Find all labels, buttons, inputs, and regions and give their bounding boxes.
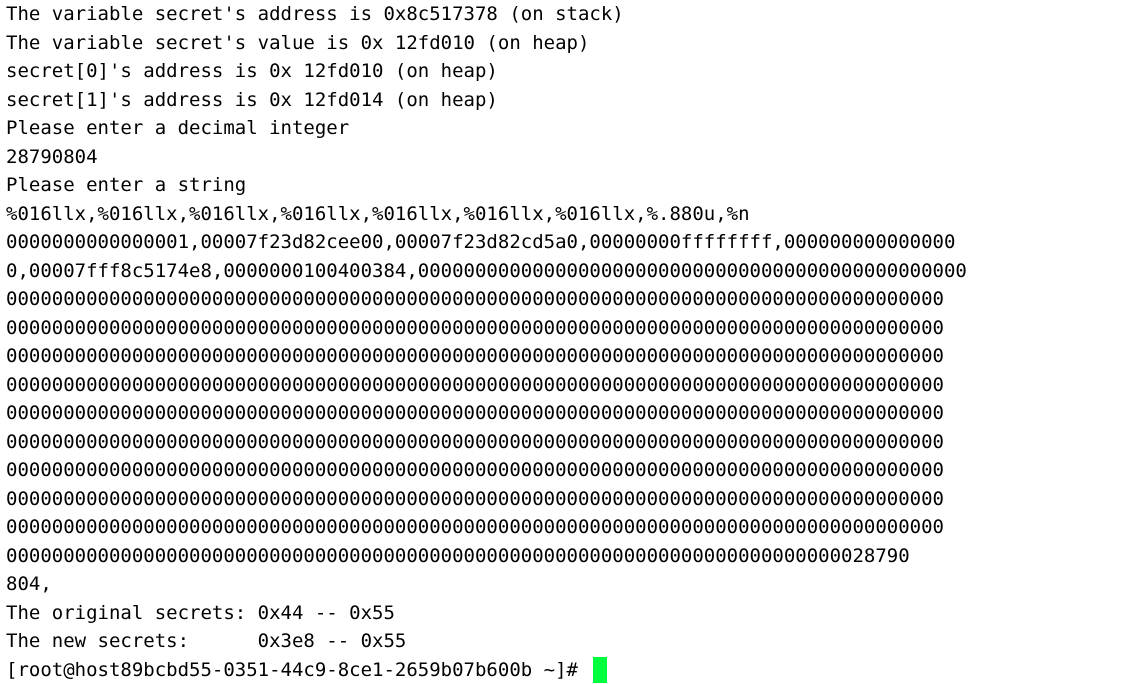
shell-prompt-line[interactable]: [root@host89bcbd55-0351-44c9-8ce1-2659b0… (6, 656, 1137, 684)
output-line: 0,00007fff8c5174e8,0000000100400384,0000… (6, 257, 1137, 286)
output-line: 0000000000000000000000000000000000000000… (6, 371, 1137, 400)
output-line: 0000000000000000000000000000000000000000… (6, 456, 1137, 485)
terminal-window[interactable]: The variable secret's address is 0x8c517… (0, 0, 1137, 683)
output-line: 0000000000000000000000000000000000000000… (6, 428, 1137, 457)
output-line: 0000000000000000000000000000000000000000… (6, 285, 1137, 314)
output-line: 804, (6, 570, 1137, 599)
output-line: 0000000000000000000000000000000000000000… (6, 314, 1137, 343)
output-line: The original secrets: 0x44 -- 0x55 (6, 599, 1137, 628)
output-line: The variable secret's value is 0x 12fd01… (6, 29, 1137, 58)
output-line: 0000000000000000000000000000000000000000… (6, 399, 1137, 428)
shell-prompt: [root@host89bcbd55-0351-44c9-8ce1-2659b0… (6, 656, 589, 684)
output-line: secret[0]'s address is 0x 12fd010 (on he… (6, 57, 1137, 86)
output-line: The new secrets: 0x3e8 -- 0x55 (6, 627, 1137, 656)
output-line: 0000000000000000000000000000000000000000… (6, 342, 1137, 371)
output-line: %016llx,%016llx,%016llx,%016llx,%016llx,… (6, 200, 1137, 229)
output-line: 0000000000000000000000000000000000000000… (6, 542, 1137, 571)
text-cursor (593, 657, 607, 683)
output-line: 28790804 (6, 143, 1137, 172)
output-line: 0000000000000000000000000000000000000000… (6, 485, 1137, 514)
output-line: 0000000000000000000000000000000000000000… (6, 513, 1137, 542)
output-line: The variable secret's address is 0x8c517… (6, 0, 1137, 29)
output-line: 0000000000000001,00007f23d82cee00,00007f… (6, 228, 1137, 257)
terminal-output: The variable secret's address is 0x8c517… (6, 0, 1137, 656)
output-line: secret[1]'s address is 0x 12fd014 (on he… (6, 86, 1137, 115)
output-line: Please enter a decimal integer (6, 114, 1137, 143)
output-line: Please enter a string (6, 171, 1137, 200)
